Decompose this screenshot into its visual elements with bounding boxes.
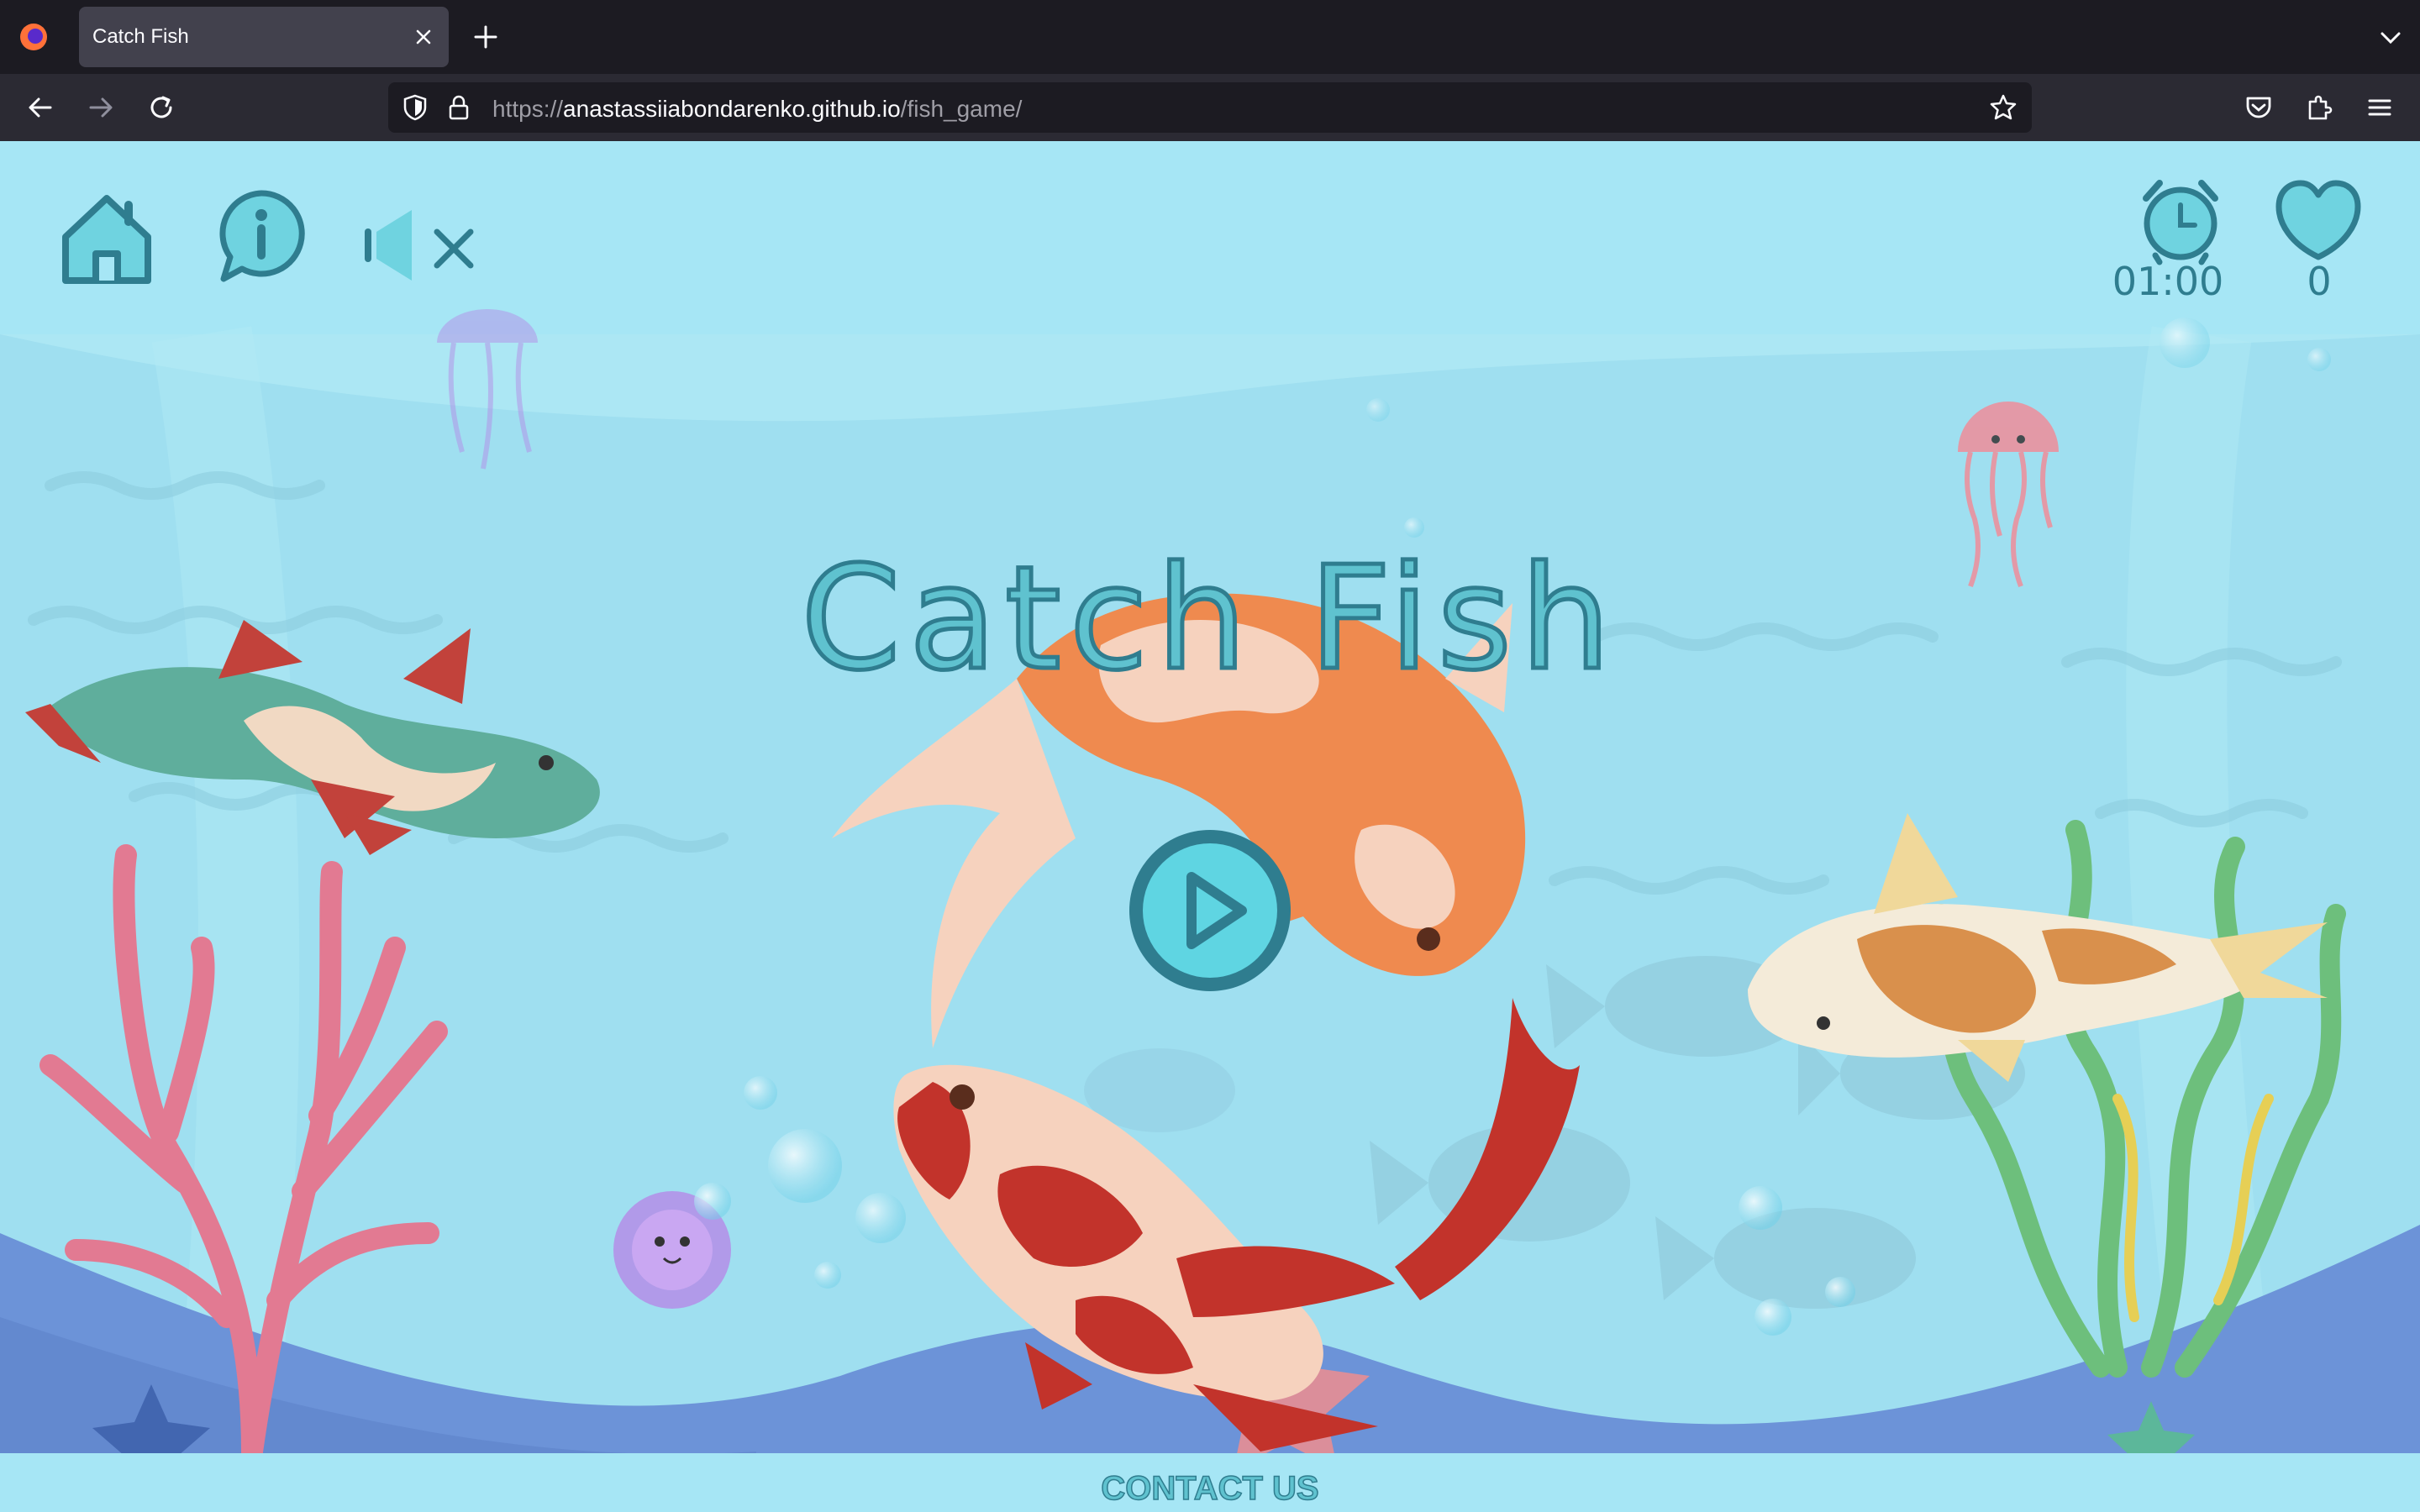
game-page: 01:00 0 Catch Fish CONTACT US — [0, 141, 2420, 1512]
score-value: 0 — [2307, 259, 2332, 304]
play-button[interactable] — [1124, 825, 1296, 996]
menu-hamburger-icon[interactable] — [2363, 91, 2396, 124]
pocket-icon[interactable] — [2242, 91, 2275, 124]
url-scheme: https:// — [492, 96, 564, 122]
new-tab-icon[interactable] — [471, 22, 501, 52]
extensions-puzzle-icon[interactable] — [2302, 91, 2336, 124]
bookmark-star-icon[interactable] — [1988, 92, 2018, 123]
close-tab-icon[interactable] — [410, 24, 437, 50]
timer-value: 01:00 — [2112, 259, 2224, 304]
lock-icon[interactable] — [444, 92, 474, 123]
list-tabs-chevron-icon[interactable] — [2378, 25, 2403, 50]
url-bar[interactable]: https://anastassiiabondarenko.github.io/… — [388, 82, 2032, 133]
heart-icon — [2275, 180, 2361, 260]
back-arrow-icon[interactable] — [24, 91, 57, 124]
browser-nav-bar: https://anastassiiabondarenko.github.io/… — [0, 74, 2420, 141]
forward-arrow-icon[interactable] — [84, 91, 118, 124]
home-icon[interactable] — [57, 188, 156, 287]
url-text: https://anastassiiabondarenko.github.io/… — [492, 96, 1022, 123]
reload-icon[interactable] — [145, 91, 178, 124]
url-host: anastassiiabondarenko.github.io — [563, 96, 901, 122]
browser-tab-bar: Catch Fish — [0, 0, 2420, 74]
alarm-clock-icon — [2143, 180, 2218, 265]
game-title: Catch Fish — [799, 534, 1619, 705]
info-icon[interactable] — [215, 188, 308, 286]
sound-muted-icon[interactable] — [361, 207, 479, 284]
url-path: /fish_game/ — [900, 96, 1023, 122]
contact-us-link[interactable]: CONTACT US — [0, 1469, 2420, 1508]
firefox-logo-icon — [20, 24, 47, 50]
tracking-shield-icon[interactable] — [400, 92, 430, 123]
tab-title: Catch Fish — [92, 25, 189, 48]
tab-catch-fish[interactable]: Catch Fish — [79, 7, 449, 67]
